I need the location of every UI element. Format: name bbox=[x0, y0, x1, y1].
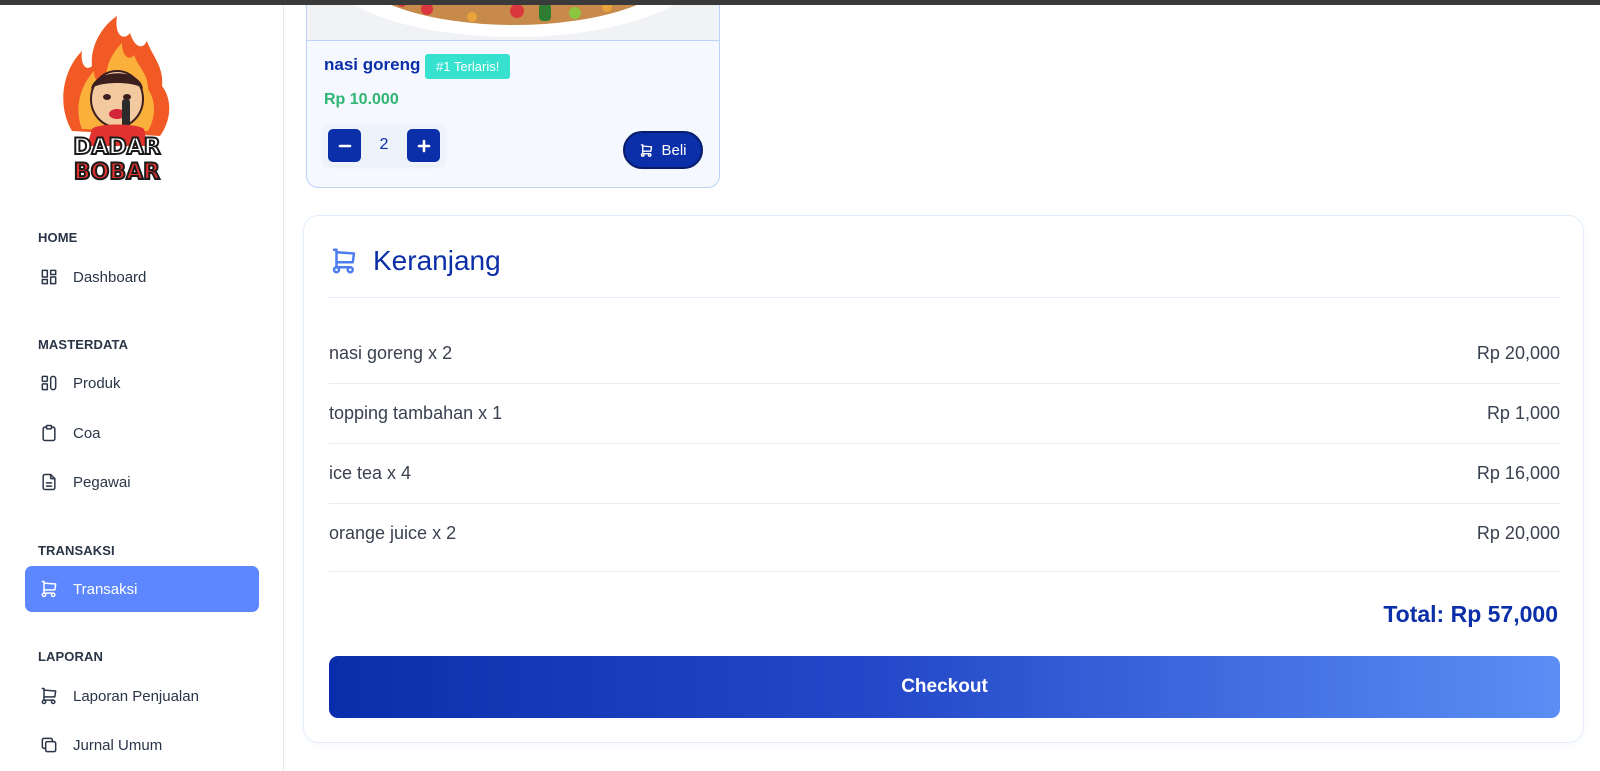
quantity-stepper: 2 bbox=[323, 124, 445, 166]
quantity-value[interactable]: 2 bbox=[367, 136, 401, 154]
sidebar: DADAR BOBAR HOME Dashboard MASTERDATA Pr… bbox=[0, 5, 284, 771]
sidebar-item-dashboard[interactable]: Dashboard bbox=[25, 254, 259, 300]
sidebar-item-pegawai[interactable]: Pegawai bbox=[25, 459, 259, 505]
section-transaksi: TRANSAKSI bbox=[38, 543, 115, 558]
sidebar-item-label: Produk bbox=[73, 374, 121, 392]
copy-icon bbox=[37, 733, 61, 757]
decrease-quantity-button[interactable] bbox=[328, 129, 361, 162]
minus-icon bbox=[338, 144, 351, 147]
cart-item-label: nasi goreng x 2 bbox=[329, 343, 453, 363]
buy-button-label: Beli bbox=[661, 141, 687, 159]
cart-icon bbox=[641, 143, 653, 157]
cart-item-row: nasi goreng x 2 Rp 20,000 bbox=[329, 324, 1560, 384]
cart-item-price: Rp 1,000 bbox=[1486, 403, 1560, 423]
cart-header: Keranjang bbox=[329, 245, 501, 277]
sidebar-item-label: Laporan Penjualan bbox=[73, 687, 199, 705]
section-laporan: LAPORAN bbox=[38, 649, 103, 664]
svg-text:BOBAR: BOBAR bbox=[74, 160, 160, 185]
section-home: HOME bbox=[38, 230, 78, 245]
cart-icon bbox=[37, 684, 61, 708]
sidebar-item-coa[interactable]: Coa bbox=[25, 410, 259, 456]
cart-item-price: Rp 20,000 bbox=[1476, 523, 1560, 543]
cart-item-row: topping tambahan x 1 Rp 1,000 bbox=[329, 384, 1560, 444]
brand-logo[interactable]: DADAR BOBAR bbox=[52, 11, 182, 189]
window-top-bar bbox=[0, 0, 1600, 5]
best-seller-badge: #1 Terlaris! bbox=[425, 54, 511, 79]
sidebar-item-label: Coa bbox=[73, 424, 101, 442]
cart-item-label: orange juice x 2 bbox=[329, 523, 457, 543]
buy-button[interactable]: Beli bbox=[623, 131, 703, 169]
product-name[interactable]: nasi goreng bbox=[324, 55, 420, 75]
section-masterdata: MASTERDATA bbox=[38, 337, 129, 352]
sidebar-item-transaksi[interactable]: Transaksi bbox=[25, 566, 259, 612]
cart-icon bbox=[37, 577, 61, 601]
svg-text:DADAR: DADAR bbox=[73, 135, 161, 160]
product-icon bbox=[37, 371, 61, 395]
product-image bbox=[307, 0, 719, 41]
cart-item-label: ice tea x 4 bbox=[329, 463, 412, 483]
product-card: nasi goreng #1 Terlaris! Rp 10.000 2 Bel… bbox=[306, 0, 720, 188]
cart-item-row: orange juice x 2 Rp 20,000 bbox=[329, 504, 1560, 572]
sidebar-item-label: Pegawai bbox=[73, 473, 131, 491]
sidebar-item-jurnal-umum[interactable]: Jurnal Umum bbox=[25, 722, 259, 768]
cart-panel: Keranjang nasi goreng x 2 Rp 20,000 topp… bbox=[303, 215, 1584, 743]
cart-total: Total: Rp 57,000 bbox=[1383, 601, 1558, 627]
cart-icon bbox=[332, 248, 356, 274]
sidebar-item-label: Transaksi bbox=[73, 580, 138, 598]
divider bbox=[329, 297, 1560, 298]
sidebar-item-label: Dashboard bbox=[73, 268, 147, 286]
product-price: Rp 10.000 bbox=[324, 91, 399, 108]
document-icon bbox=[37, 470, 61, 494]
increase-quantity-button[interactable] bbox=[407, 129, 440, 162]
cart-item-row: ice tea x 4 Rp 16,000 bbox=[329, 444, 1560, 504]
cart-title: Keranjang bbox=[373, 245, 501, 276]
sidebar-item-laporan-penjualan[interactable]: Laporan Penjualan bbox=[25, 673, 259, 719]
plus-icon bbox=[417, 139, 430, 152]
sidebar-item-produk[interactable]: Produk bbox=[25, 360, 259, 406]
cart-item-price: Rp 16,000 bbox=[1476, 463, 1560, 483]
dashboard-icon bbox=[37, 265, 61, 289]
checkout-button[interactable]: Checkout bbox=[329, 656, 1560, 718]
cart-item-label: topping tambahan x 1 bbox=[329, 403, 503, 423]
cart-item-price: Rp 20,000 bbox=[1476, 343, 1560, 363]
sidebar-item-label: Jurnal Umum bbox=[73, 736, 163, 754]
clipboard-icon bbox=[37, 421, 61, 445]
